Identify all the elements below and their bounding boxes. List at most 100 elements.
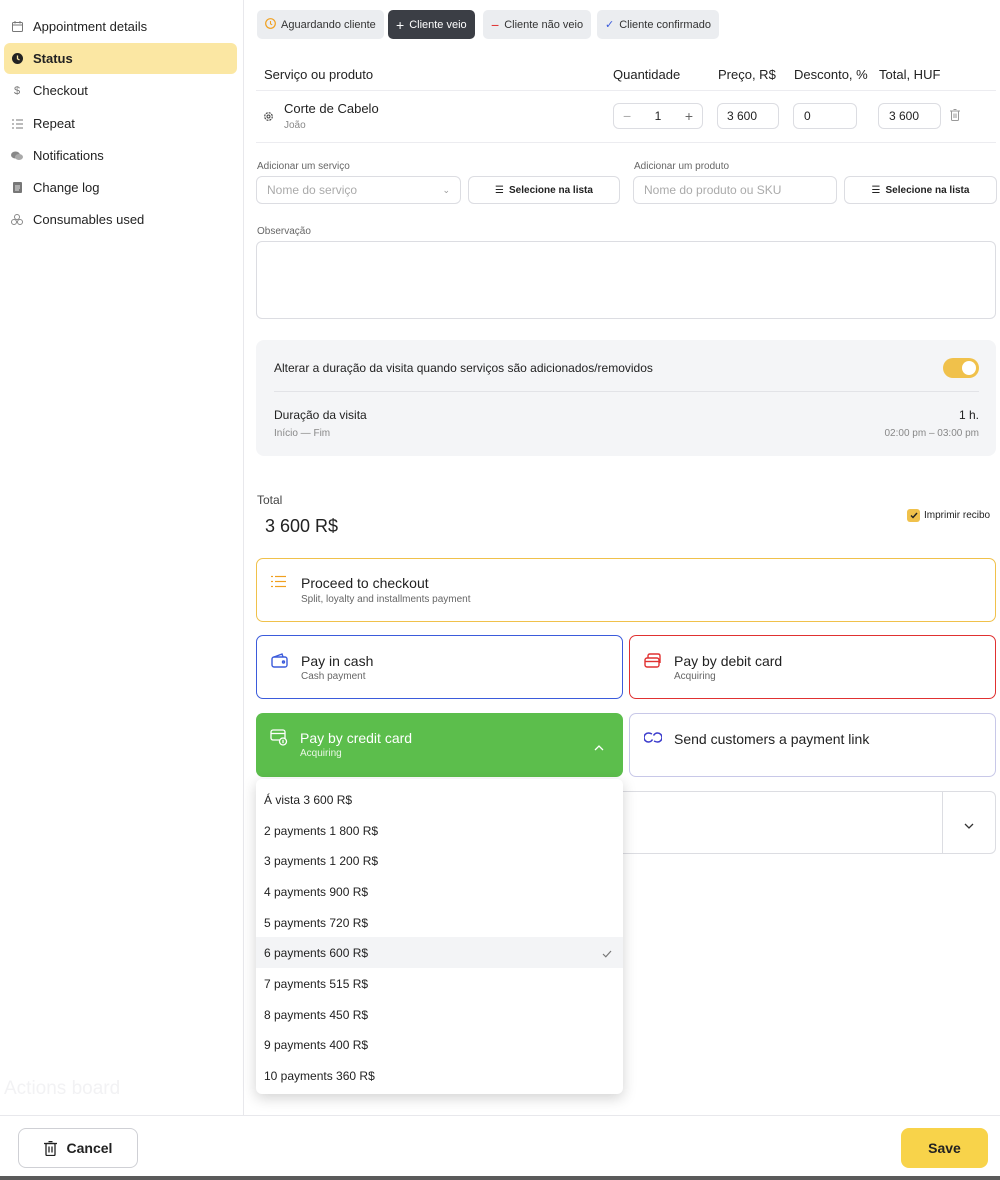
- header-total: Total, HUF: [879, 67, 941, 82]
- header-quantity: Quantidade: [613, 67, 681, 82]
- divider: [942, 792, 943, 853]
- product-search-input[interactable]: Nome do produto ou SKU: [633, 176, 837, 204]
- installment-option-selected[interactable]: 6 payments 600 R$: [256, 937, 623, 968]
- chevron-down-icon[interactable]: [964, 818, 974, 832]
- card-icon: [644, 653, 661, 671]
- note-label: Observação: [257, 226, 311, 237]
- header-discount: Desconto, %: [794, 67, 868, 82]
- pay-by-credit-card-card[interactable]: Pay by credit card Acquiring: [256, 713, 623, 777]
- trash-icon[interactable]: [950, 109, 960, 124]
- installment-option[interactable]: Á vista 3 600 R$: [256, 784, 623, 815]
- installment-option[interactable]: 4 payments 900 R$: [256, 876, 623, 907]
- sidebar-item-consumables-used[interactable]: Consumables used: [4, 204, 237, 235]
- installment-option[interactable]: 8 payments 450 R$: [256, 999, 623, 1030]
- service-select[interactable]: Nome do serviço ⌄: [256, 176, 461, 204]
- credit-card-icon: [270, 729, 288, 749]
- link-icon: [643, 731, 663, 746]
- cancel-button[interactable]: Cancel: [18, 1128, 138, 1168]
- sidebar-item-label: Notifications: [33, 148, 104, 163]
- header-service: Serviço ou produto: [264, 67, 374, 82]
- increment-button[interactable]: +: [685, 108, 693, 124]
- add-product-label: Adicionar um produto: [634, 161, 730, 172]
- chevron-up-icon[interactable]: [594, 739, 604, 754]
- chevron-down-icon: ⌄: [442, 184, 450, 195]
- status-chip-label: Cliente não veio: [504, 18, 584, 31]
- installment-option[interactable]: 5 payments 720 R$: [256, 907, 623, 938]
- minus-icon: −: [491, 16, 500, 33]
- sidebar-item-change-log[interactable]: Change log: [4, 172, 237, 203]
- sidebar-item-label: Change log: [33, 180, 100, 195]
- product-placeholder: Nome do produto ou SKU: [644, 183, 782, 197]
- card-title: Pay by credit card: [300, 730, 413, 746]
- card-subtitle: Acquiring: [300, 748, 342, 759]
- header-price: Preço, R$: [718, 67, 776, 82]
- save-button[interactable]: Save: [901, 1128, 988, 1168]
- divider: [256, 142, 996, 143]
- installment-option[interactable]: 10 payments 360 R$: [256, 1060, 623, 1091]
- duration-value: 1 h.: [958, 408, 979, 422]
- document-icon: [11, 182, 23, 194]
- sidebar-item-checkout[interactable]: $ Checkout: [4, 75, 237, 106]
- duration-range-label: Início — Fim: [274, 428, 331, 439]
- button-label: Selecione na lista: [509, 184, 593, 196]
- installment-option[interactable]: 3 payments 1 200 R$: [256, 845, 623, 876]
- calendar-icon: [11, 21, 23, 33]
- price-input[interactable]: 3 600: [717, 103, 779, 129]
- wallet-icon: [271, 653, 288, 671]
- sidebar-item-label: Status: [33, 51, 73, 66]
- service-placeholder: Nome do serviço: [267, 183, 358, 197]
- gear-icon: [263, 110, 274, 125]
- footer: Cancel Save: [0, 1115, 1000, 1180]
- divider: [256, 90, 996, 91]
- total-label: Total: [257, 493, 283, 507]
- installment-option[interactable]: 2 payments 1 800 R$: [256, 815, 623, 846]
- window-bottom-edge: [0, 1176, 1000, 1180]
- quantity-stepper[interactable]: − 1 +: [613, 103, 703, 129]
- checkbox-checked-icon: [907, 509, 920, 522]
- sidebar-item-status[interactable]: Status: [4, 43, 237, 74]
- save-label: Save: [928, 1140, 961, 1156]
- list-icon: ☰: [495, 184, 505, 196]
- list-icon: ☰: [871, 184, 881, 196]
- card-subtitle: Cash payment: [301, 671, 366, 682]
- sidebar-item-appointment-details[interactable]: Appointment details: [4, 11, 237, 42]
- discount-input[interactable]: 0: [793, 103, 857, 129]
- card-subtitle: Acquiring: [674, 671, 716, 682]
- status-chip-label: Cliente veio: [409, 18, 467, 31]
- checklist-icon: [271, 575, 286, 591]
- status-chip-no-show[interactable]: − Cliente não veio: [483, 10, 592, 39]
- decrement-button[interactable]: −: [623, 108, 631, 124]
- sidebar-item-repeat[interactable]: Repeat: [4, 108, 237, 139]
- service-employee: João: [284, 120, 306, 131]
- duration-toggle-label: Alterar a duração da visita quando servi…: [274, 361, 653, 375]
- send-payment-link-card[interactable]: Send customers a payment link: [629, 713, 996, 777]
- divider: [274, 391, 979, 392]
- card-title: Proceed to checkout: [301, 575, 429, 591]
- proceed-to-checkout-card[interactable]: Proceed to checkout Split, loyalty and i…: [256, 558, 996, 622]
- duration-range-value: 02:00 pm – 03:00 pm: [884, 428, 979, 439]
- pay-by-debit-card-card[interactable]: Pay by debit card Acquiring: [629, 635, 996, 699]
- status-chip-client-came[interactable]: + Cliente veio: [388, 10, 475, 39]
- installment-option[interactable]: 7 payments 515 R$: [256, 968, 623, 999]
- status-chip-confirmed[interactable]: ✓ Cliente confirmado: [597, 10, 719, 39]
- trash-icon: [43, 1140, 57, 1156]
- duration-toggle[interactable]: [943, 358, 979, 378]
- quantity-value: 1: [654, 109, 662, 123]
- dollar-icon: $: [13, 84, 21, 97]
- select-service-from-list-button[interactable]: ☰ Selecione na lista: [468, 176, 620, 204]
- chat-icon: [11, 150, 23, 162]
- select-product-from-list-button[interactable]: ☰ Selecione na lista: [844, 176, 997, 204]
- pay-in-cash-card[interactable]: Pay in cash Cash payment: [256, 635, 623, 699]
- status-chip-waiting[interactable]: Aguardando cliente: [257, 10, 384, 39]
- actions-board-label: Actions board: [4, 1078, 121, 1099]
- sidebar: Appointment details Status $ Checkout Re…: [0, 0, 244, 1115]
- note-textarea[interactable]: [256, 241, 996, 319]
- installment-option[interactable]: 9 payments 400 R$: [256, 1029, 623, 1060]
- total-input[interactable]: 3 600: [878, 103, 941, 129]
- print-receipt-checkbox[interactable]: Imprimir recibo: [907, 509, 990, 522]
- list-icon: [11, 118, 23, 130]
- sidebar-item-notifications[interactable]: Notifications: [4, 140, 237, 171]
- print-receipt-label: Imprimir recibo: [924, 510, 991, 521]
- clock-icon: [265, 17, 276, 32]
- clock-icon: [11, 53, 23, 65]
